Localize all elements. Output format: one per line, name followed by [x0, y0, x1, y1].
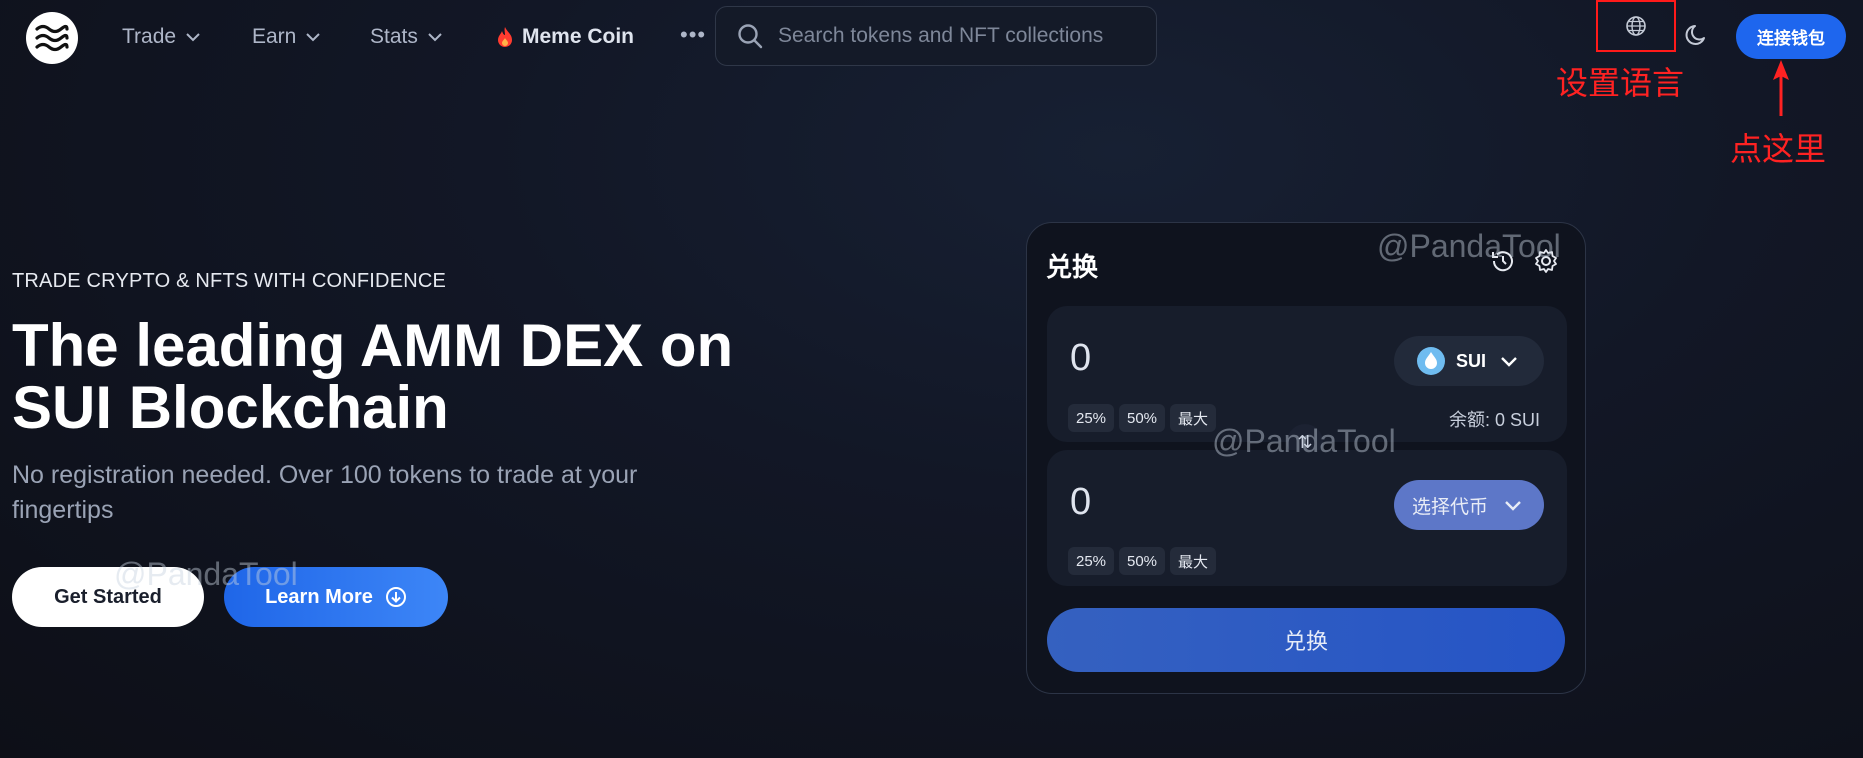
swap-title: 兑换 [1046, 252, 1099, 282]
globe-icon [1626, 16, 1646, 36]
watermark: @PandaTool [114, 556, 298, 592]
search-placeholder: Search tokens and NFT collections [778, 24, 1104, 47]
to-50-button[interactable]: 50% [1119, 547, 1166, 575]
from-50-button[interactable]: 50% [1119, 404, 1166, 432]
swap-submit-button[interactable]: 兑换 [1047, 608, 1565, 672]
watermark: @PandaTool [1212, 423, 1396, 459]
annotation-click-here: 点这里 [1730, 130, 1827, 168]
search-input[interactable]: Search tokens and NFT collections [715, 6, 1157, 66]
chevron-down-icon [1505, 500, 1521, 511]
to-max-button[interactable]: 最大 [1170, 547, 1217, 575]
nav-earn-label: Earn [252, 25, 297, 48]
chevron-down-icon [186, 32, 200, 41]
chevron-down-icon [428, 32, 442, 41]
from-balance: 余额: 0 SUI [1449, 410, 1541, 430]
search-icon [738, 24, 763, 49]
nav-meme-coin[interactable]: Meme Coin [496, 18, 634, 56]
chevron-down-icon [306, 32, 321, 41]
chevron-down-icon [1501, 356, 1517, 367]
watermark: @PandaTool [1377, 228, 1561, 264]
connect-wallet-button[interactable]: 连接钱包 [1736, 14, 1846, 59]
hero-heading: The leading AMM DEX on SUI Blockchain [12, 315, 812, 439]
logo[interactable] [26, 12, 78, 64]
from-token-select[interactable]: SUI [1394, 336, 1544, 386]
from-max-button[interactable]: 最大 [1170, 404, 1217, 432]
from-token-label: SUI [1456, 350, 1487, 371]
hero-tagline: TRADE CRYPTO & NFTS WITH CONFIDENCE [12, 270, 447, 292]
hero-heading-line1: The leading AMM DEX on [12, 312, 734, 379]
from-amount-input[interactable]: 0 [1070, 337, 1091, 380]
nav-trade[interactable]: Trade [122, 18, 200, 56]
more-menu-button[interactable]: ••• [680, 22, 706, 48]
nav-meme-coin-label: Meme Coin [522, 25, 635, 48]
to-amount-input[interactable]: 0 [1070, 481, 1091, 524]
to-25-button[interactable]: 25% [1068, 547, 1115, 575]
nav-stats-label: Stats [370, 25, 418, 48]
nav-earn[interactable]: Earn [252, 18, 321, 56]
annotation-set-language: 设置语言 [1556, 64, 1685, 102]
hero-subtitle: No registration needed. Over 100 tokens … [12, 461, 638, 524]
arrow-down-circle-icon [385, 587, 406, 607]
nav-trade-label: Trade [122, 25, 177, 48]
to-token-placeholder: 选择代币 [1412, 496, 1489, 518]
arrow-up-icon [1773, 60, 1789, 116]
ellipsis-icon: ••• [680, 22, 707, 47]
to-token-select[interactable]: 选择代币 [1394, 480, 1544, 530]
language-button[interactable] [1596, 0, 1676, 52]
from-25-button[interactable]: 25% [1068, 404, 1115, 432]
waves-logo-icon [35, 24, 69, 52]
theme-toggle-button[interactable] [1684, 22, 1710, 53]
fire-icon [498, 27, 512, 47]
nav-stats[interactable]: Stats [370, 18, 442, 56]
hero-heading-line2: SUI Blockchain [12, 374, 449, 441]
sui-token-icon [1417, 347, 1445, 375]
moon-icon [1685, 25, 1705, 45]
